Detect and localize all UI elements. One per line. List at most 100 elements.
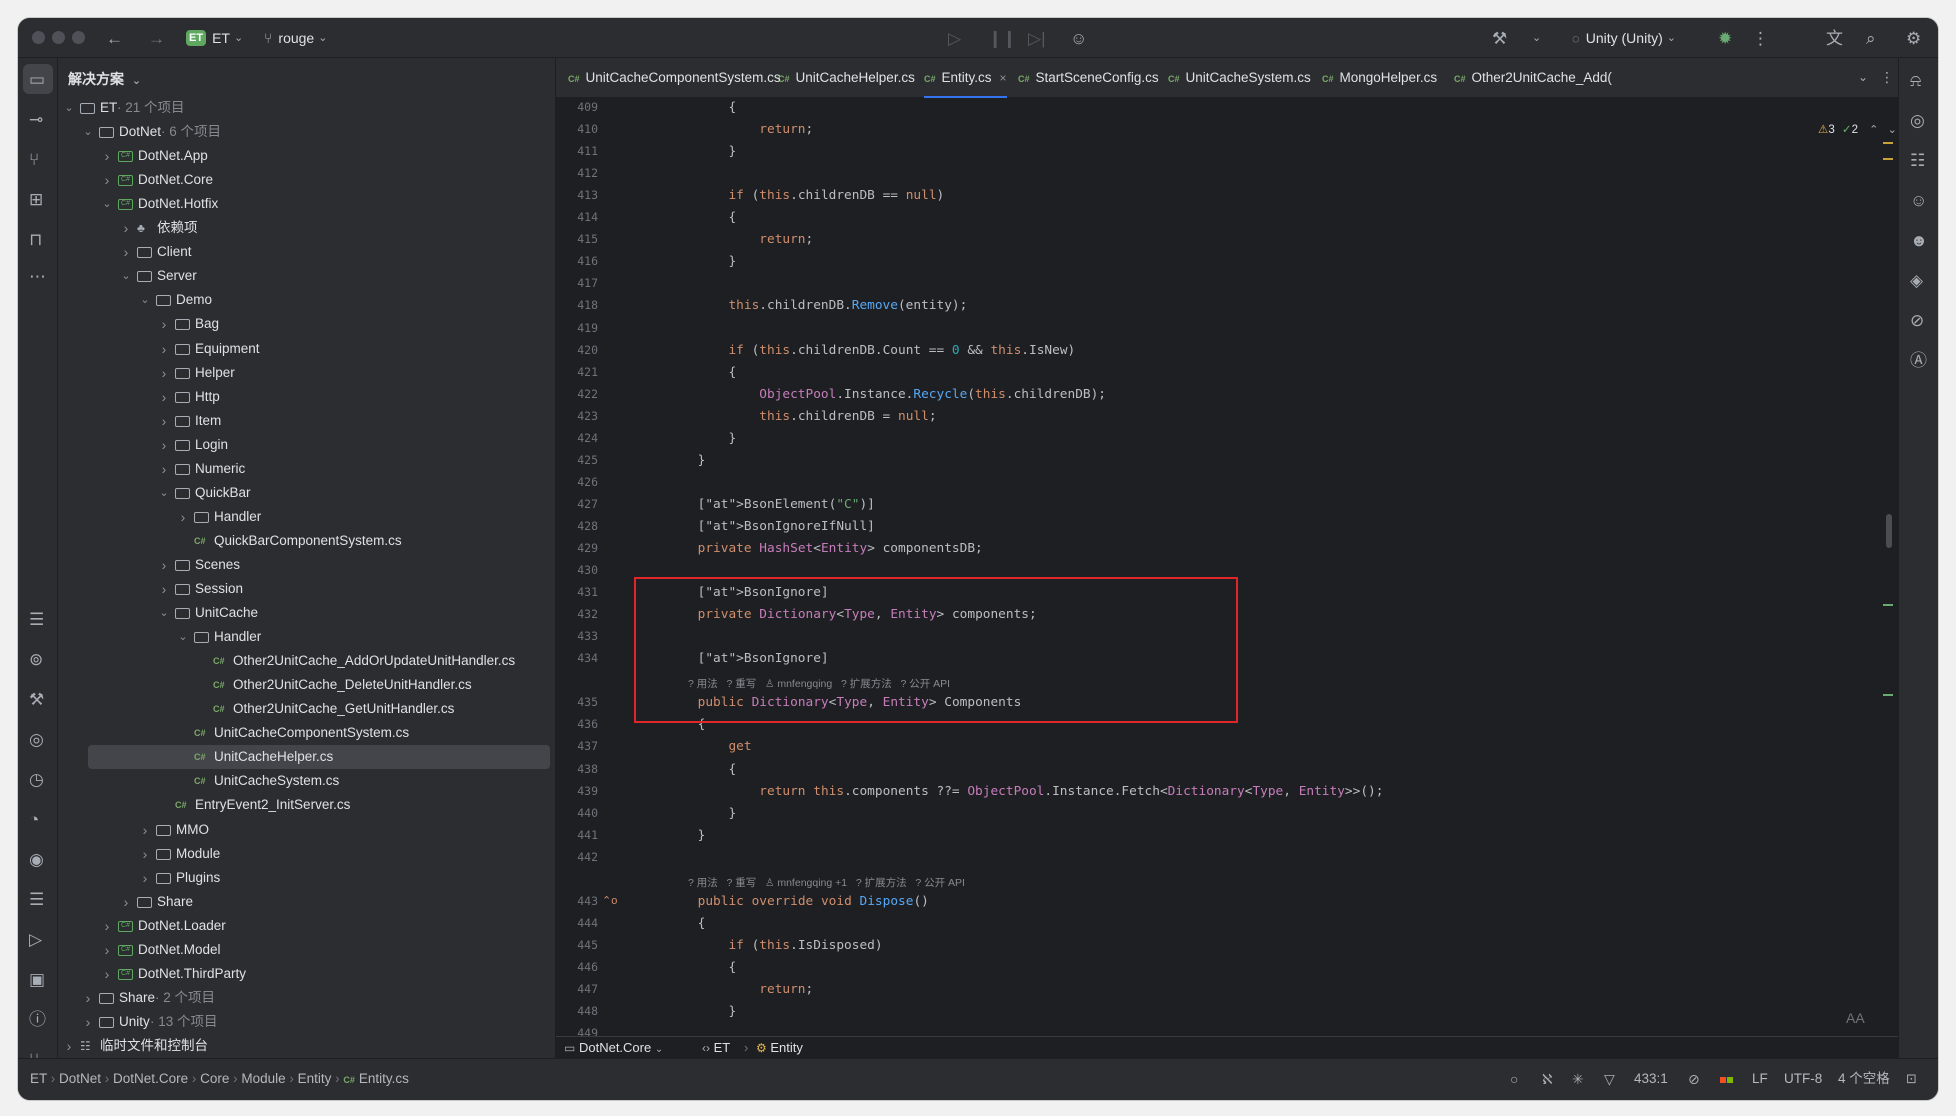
- chevron-right-icon[interactable]: ›: [159, 457, 169, 481]
- run-panel-icon[interactable]: ▷: [29, 931, 42, 948]
- tree-item[interactable]: › Login: [58, 433, 548, 457]
- chevron-right-icon[interactable]: ›: [121, 216, 131, 240]
- copilot-chat-icon[interactable]: ☻: [1910, 232, 1928, 249]
- endpoints-icon[interactable]: ⊘: [1910, 312, 1924, 329]
- tree-item[interactable]: › ♣ 依赖项: [58, 216, 548, 240]
- tree-item[interactable]: › C# DotNet.ThirdParty: [58, 962, 548, 986]
- tree-item[interactable]: › Client: [58, 240, 548, 264]
- editor-tab[interactable]: C# MongoHelper.cs: [1322, 58, 1437, 98]
- unity-explorer-icon[interactable]: ◈: [1910, 272, 1923, 289]
- tree-item[interactable]: ⌄ Demo: [58, 288, 548, 312]
- tree-item[interactable]: › Handler: [58, 505, 548, 529]
- chevron-right-icon[interactable]: ›: [102, 938, 112, 962]
- chevron-right-icon[interactable]: ›: [159, 553, 169, 577]
- code-view[interactable]: { return; } if (this.childrenDB == null)…: [634, 98, 1876, 1038]
- path-segment[interactable]: Entity.cs: [359, 1071, 409, 1086]
- breadcrumb-namespace[interactable]: ‹› ET: [702, 1037, 730, 1059]
- chevron-down-icon[interactable]: ⌄: [159, 481, 169, 505]
- code-vision-hint[interactable]: ? 用法 ? 重写 ♙ mnfengqing +1 ? 扩展方法 ? 公开 AP…: [688, 875, 965, 890]
- translate-icon[interactable]: 文: [1826, 30, 1843, 47]
- database-icon[interactable]: ☰: [29, 891, 44, 908]
- tree-item[interactable]: › Share: [58, 890, 548, 914]
- notifications-bell-icon[interactable]: ⍾: [1910, 72, 1921, 89]
- terminal-icon[interactable]: ▣: [29, 971, 45, 988]
- chevron-down-icon[interactable]: ⌄: [178, 625, 188, 649]
- chevron-right-icon[interactable]: ›: [159, 577, 169, 601]
- path-segment[interactable]: DotNet.Core: [113, 1071, 188, 1086]
- tree-item[interactable]: C# Other2UnitCache_AddOrUpdateUnitHandler…: [58, 649, 548, 673]
- windows-icon[interactable]: [1720, 1059, 1733, 1099]
- chevron-right-icon[interactable]: ›: [159, 312, 169, 336]
- tree-item[interactable]: C# Other2UnitCache_DeleteUnitHandler.cs: [58, 673, 548, 697]
- chevron-down-icon[interactable]: ⌄: [1888, 125, 1897, 136]
- tree-item[interactable]: › Numeric: [58, 457, 548, 481]
- chevron-right-icon[interactable]: ›: [159, 385, 169, 409]
- structure-icon[interactable]: ⊞: [29, 191, 43, 208]
- tree-item[interactable]: ⌄ QuickBar: [58, 481, 548, 505]
- override-gutter-icon[interactable]: ⌃o: [602, 894, 617, 907]
- run-config-select[interactable]: ◌ Unity (Unity) ⌄: [1572, 18, 1676, 58]
- copilot-icon[interactable]: ☺: [1910, 192, 1927, 209]
- filter-icon[interactable]: ▽: [1604, 1059, 1615, 1099]
- localization-icon[interactable]: Ⓐ: [1910, 352, 1927, 369]
- chevron-down-icon[interactable]: ⌄: [64, 96, 74, 120]
- coverage-icon[interactable]: ◔: [29, 811, 39, 828]
- more-horizontal-icon[interactable]: ⋯: [29, 268, 46, 285]
- pull-request-icon[interactable]: ⑂: [29, 151, 39, 168]
- project-panel-header[interactable]: 解决方案 ⌄: [68, 69, 141, 89]
- tree-item[interactable]: › Session: [58, 577, 548, 601]
- path-segment[interactable]: Core: [200, 1071, 229, 1086]
- reader-mode-icon[interactable]: AA: [1846, 1010, 1865, 1026]
- cursor-position[interactable]: 433:1: [1634, 1059, 1668, 1099]
- step-icon[interactable]: ▷|: [1028, 30, 1046, 47]
- more-vertical-icon[interactable]: ⋮: [1880, 70, 1894, 84]
- search-icon[interactable]: ⌕: [1866, 30, 1876, 47]
- ai-icon[interactable]: ℵ: [1542, 1059, 1552, 1099]
- chevron-right-icon[interactable]: ›: [140, 842, 150, 866]
- dynamic-analysis-icon[interactable]: ◉: [29, 851, 44, 868]
- vcs-status-icon[interactable]: ○: [1510, 1059, 1518, 1099]
- bookmark-icon[interactable]: ⊓: [29, 231, 42, 248]
- editor-tab[interactable]: C# Other2UnitCache_Add(: [1454, 58, 1612, 98]
- lock-icon[interactable]: ⊡: [1906, 1059, 1917, 1099]
- timer-icon[interactable]: ◷: [29, 771, 44, 788]
- tree-item[interactable]: › Equipment: [58, 337, 548, 361]
- editor-tab[interactable]: C# StartSceneConfig.cs: [1018, 58, 1159, 98]
- chevron-right-icon[interactable]: ›: [140, 818, 150, 842]
- chevron-down-icon[interactable]: ⌄: [1532, 32, 1541, 44]
- tree-item[interactable]: C# Other2UnitCache_GetUnitHandler.cs: [58, 697, 548, 721]
- tree-item[interactable]: C# UnitCacheHelper.cs: [88, 745, 550, 770]
- tree-item[interactable]: C# UnitCacheSystem.cs: [58, 769, 548, 793]
- close-icon[interactable]: ×: [1000, 71, 1007, 85]
- chevron-right-icon[interactable]: ›: [83, 1010, 93, 1034]
- build-hammer-icon[interactable]: ⚒: [29, 691, 44, 708]
- debug-bug-icon[interactable]: ✹: [1718, 30, 1732, 47]
- tree-item[interactable]: › Helper: [58, 361, 548, 385]
- profiler-icon[interactable]: ◎: [29, 731, 44, 748]
- project-switcher[interactable]: ET ET ⌄: [186, 18, 243, 58]
- chevron-right-icon[interactable]: ›: [159, 337, 169, 361]
- back-arrow-icon[interactable]: ←: [106, 30, 123, 47]
- forward-arrow-icon[interactable]: →: [148, 30, 165, 47]
- chevron-right-icon[interactable]: ›: [121, 240, 131, 264]
- tree-item[interactable]: › Unity · 13 个项目: [58, 1010, 548, 1034]
- folder-icon[interactable]: ▭: [29, 71, 45, 88]
- editor-tab[interactable]: C# UnitCacheSystem.cs: [1168, 58, 1311, 98]
- inspection-off-icon[interactable]: ⊘: [1688, 1059, 1700, 1099]
- problems-icon[interactable]: ⓘ: [29, 1011, 46, 1028]
- close-window-button[interactable]: [32, 31, 45, 44]
- commit-icon[interactable]: ⊸: [29, 111, 43, 128]
- tree-item[interactable]: › C# DotNet.App: [58, 144, 548, 168]
- database-icon[interactable]: ☷: [1910, 152, 1925, 169]
- services-icon[interactable]: ⊚: [29, 651, 43, 668]
- editor-tab[interactable]: C# UnitCacheHelper.cs: [778, 58, 915, 98]
- file-encoding[interactable]: UTF-8: [1784, 1059, 1822, 1099]
- tree-item[interactable]: › Plugins: [58, 866, 548, 890]
- chevron-right-icon[interactable]: ›: [121, 890, 131, 914]
- tree-item[interactable]: C# EntryEvent2_InitServer.cs: [58, 793, 548, 817]
- attach-debugger-icon[interactable]: ☺: [1070, 30, 1087, 47]
- tree-item[interactable]: ⌄ Handler: [58, 625, 548, 649]
- tree-item[interactable]: › Http: [58, 385, 548, 409]
- branch-switcher[interactable]: ⑂ rouge ⌄: [264, 18, 327, 58]
- chevron-up-icon[interactable]: ⌃: [1869, 125, 1878, 136]
